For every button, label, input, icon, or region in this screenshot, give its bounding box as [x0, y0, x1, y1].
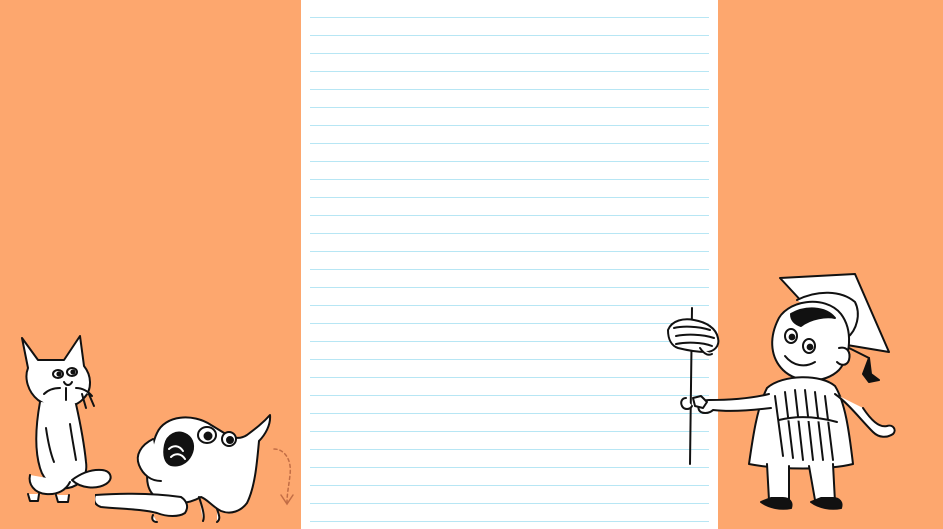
scroll-icon — [664, 306, 724, 466]
pug-icon — [95, 405, 285, 523]
drip-arrow-icon — [270, 445, 300, 510]
lined-paper — [301, 0, 718, 529]
